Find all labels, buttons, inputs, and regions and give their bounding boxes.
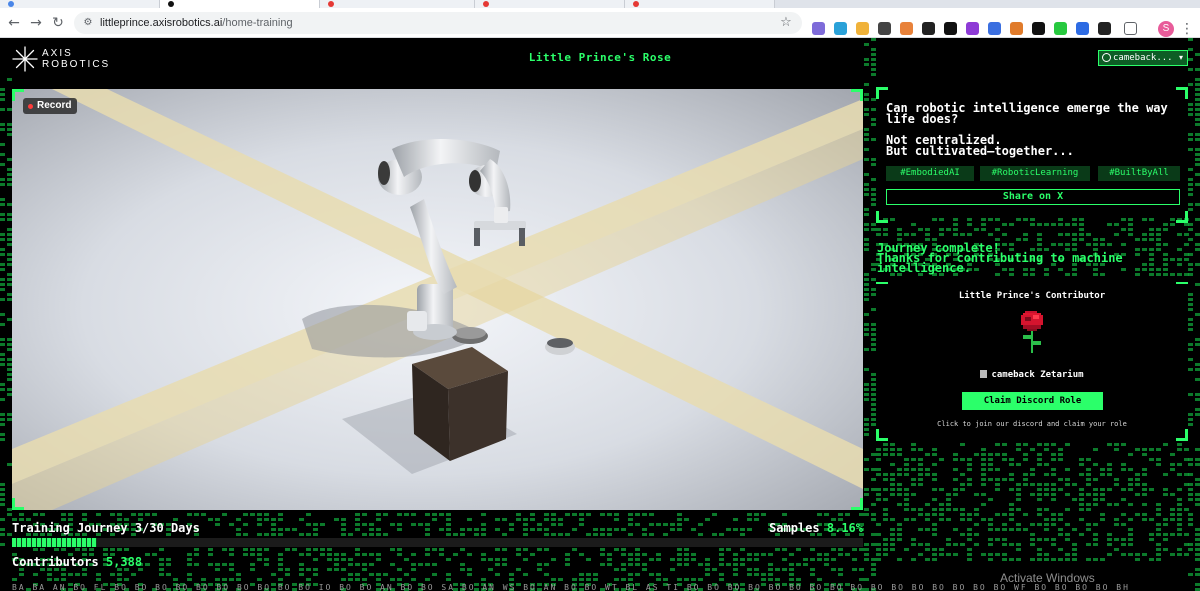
page: AXIS ROBOTICS Little Prince's Rose cameb… — [0, 38, 1200, 591]
extension-icon[interactable] — [922, 22, 935, 35]
extension-icon[interactable] — [988, 22, 1001, 35]
extension-icon[interactable] — [812, 22, 825, 35]
browser-tab-active[interactable] — [160, 0, 320, 8]
contributor-card-title: Little Prince's Contributor — [958, 291, 1106, 301]
share-on-x-button[interactable]: Share on X — [886, 189, 1180, 205]
panel-answer: Not centralized. But cultivated—together… — [886, 134, 1186, 158]
robot-arm-scene — [12, 89, 863, 510]
hashtag-chip[interactable]: #BuiltByAll — [1098, 166, 1180, 181]
extensions-puzzle-icon[interactable] — [1124, 22, 1137, 35]
panel-question: Can robotic intelligence emerge the way … — [886, 101, 1168, 126]
record-button[interactable]: Record — [23, 98, 78, 114]
extension-icon[interactable] — [900, 22, 913, 35]
user-menu-button[interactable]: cameback... ▾ — [1098, 50, 1188, 66]
corner-bracket — [876, 211, 888, 223]
corner-bracket — [876, 87, 888, 99]
tab-favicon-icon — [633, 1, 639, 7]
contributors-value: 5,388 — [105, 555, 143, 569]
tab-favicon-icon — [328, 1, 334, 7]
contributor-username: cameback Zetarium — [876, 370, 1188, 380]
extension-icon[interactable] — [1076, 22, 1089, 35]
kebab-menu-icon[interactable]: ⋮ — [1180, 19, 1194, 39]
record-dot-icon — [28, 104, 33, 109]
address-bar[interactable]: ⚙ littleprince.axisrobotics.ai/home-trai… — [74, 12, 802, 34]
chevron-down-icon: ▾ — [1178, 53, 1183, 62]
user-avatar-icon — [1102, 53, 1111, 62]
pixel-rose-icon — [1021, 311, 1043, 353]
corner-bracket — [851, 498, 863, 510]
bookmark-star-icon[interactable]: ☆ — [778, 15, 794, 31]
corner-bracket — [1176, 429, 1188, 441]
extension-icon[interactable] — [1098, 22, 1111, 35]
extension-icon[interactable] — [944, 22, 957, 35]
extension-icon[interactable] — [1032, 22, 1045, 35]
extension-icon[interactable] — [966, 22, 979, 35]
contributor-username-text: cameback Zetarium — [991, 370, 1084, 380]
profile-avatar[interactable]: S — [1158, 21, 1174, 37]
panel-answer-line: But cultivated—together... — [886, 144, 1074, 158]
claim-hint-text: Click to join our discord and claim your… — [937, 420, 1127, 428]
corner-bracket — [1176, 211, 1188, 223]
record-label: Record — [37, 100, 72, 111]
training-progress-bar — [12, 538, 863, 547]
extension-icon[interactable] — [834, 22, 847, 35]
user-menu-label: cameback... — [1113, 53, 1173, 63]
browser-tab[interactable] — [320, 0, 475, 8]
tab-favicon-icon — [168, 1, 174, 7]
simulation-viewport[interactable] — [12, 89, 863, 510]
site-info-icon[interactable]: ⚙ — [82, 17, 94, 29]
reload-icon[interactable]: ↻ — [50, 15, 66, 31]
extension-icon[interactable] — [1010, 22, 1023, 35]
tab-favicon-icon — [8, 1, 14, 7]
contributors-stat: Contributors 5,388 — [12, 555, 142, 569]
back-arrow-icon[interactable]: ← — [6, 15, 22, 31]
journey-complete-thanks: Thanks for contributing to machine intel… — [877, 251, 1123, 275]
forward-arrow-icon[interactable]: → — [28, 15, 44, 31]
hashtag-chip[interactable]: #RoboticLearning — [980, 166, 1090, 181]
extension-icon[interactable] — [878, 22, 891, 35]
corner-bracket — [1176, 87, 1188, 99]
browser-tab-strip — [0, 0, 1200, 8]
hashtag-row: #EmbodiedAI #RoboticLearning #BuiltByAll — [886, 166, 1180, 182]
tab-favicon-icon — [483, 1, 489, 7]
contributors-label: Contributors — [12, 555, 99, 569]
page-title: Little Prince's Rose — [528, 51, 672, 64]
samples-value: 8.16% — [826, 521, 863, 535]
activate-windows-watermark: Activate Windows — [1000, 571, 1095, 585]
corner-bracket — [876, 429, 888, 441]
samples-stat: Samples 8.16% — [769, 521, 863, 535]
training-journey-label: Training Journey 3/30 Days — [12, 521, 200, 535]
samples-label: Samples — [769, 521, 820, 535]
contributor-card: Little Prince's Contributor cameback Zet… — [876, 284, 1188, 439]
progress-fill — [12, 538, 98, 547]
corner-bracket — [12, 498, 24, 510]
browser-tab[interactable] — [0, 0, 160, 8]
extension-icon[interactable] — [856, 22, 869, 35]
journey-complete-message: Journey complete! Thanks for contributin… — [877, 242, 1187, 275]
hashtag-chip[interactable]: #EmbodiedAI — [886, 166, 974, 181]
user-badge-icon — [980, 370, 988, 378]
browser-tab[interactable] — [475, 0, 625, 8]
address-url: littleprince.axisrobotics.ai/home-traini… — [100, 17, 293, 29]
browser-tab[interactable] — [625, 0, 775, 8]
browser-toolbar: ← → ↻ ⚙ littleprince.axisrobotics.ai/hom… — [0, 8, 1200, 38]
claim-discord-role-button[interactable]: Claim Discord Role — [962, 392, 1103, 410]
extension-icon[interactable] — [1054, 22, 1067, 35]
corner-bracket — [851, 89, 863, 101]
